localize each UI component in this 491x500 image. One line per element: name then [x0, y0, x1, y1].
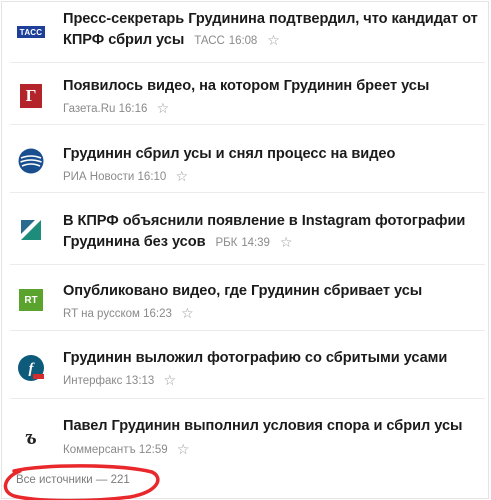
bookmark-star-icon[interactable]: ☆ [164, 372, 177, 388]
publish-time: 16:10 [137, 171, 167, 183]
svg-text:ъ: ъ [25, 424, 37, 449]
divider [10, 264, 485, 265]
source-name[interactable]: ТАСС [194, 35, 225, 47]
bookmark-star-icon[interactable]: ☆ [267, 32, 280, 48]
publish-time: 16:08 [228, 35, 258, 47]
divider [10, 62, 485, 63]
news-meta: Интерфакс 13:13 ☆ [63, 371, 176, 388]
bookmark-star-icon[interactable]: ☆ [176, 168, 189, 184]
headline-text[interactable]: Появилось видео, на котором Грудинин бре… [63, 78, 429, 94]
rt-logo-badge: RT [19, 289, 43, 311]
divider [10, 330, 485, 331]
tass-logo-text: ТАСС [19, 27, 43, 37]
news-meta: RT на русском 16:23 ☆ [63, 304, 194, 321]
headline-text[interactable]: Павел Грудинин выполнил условия спора и … [63, 418, 463, 434]
interfax-logo-graphic: f [18, 355, 44, 381]
interfax-logo-icon: f [17, 354, 45, 382]
gazeta-logo-icon: Г [17, 82, 45, 110]
rbc-logo-graphic [21, 220, 41, 240]
publish-time: 13:13 [125, 375, 155, 387]
kommersant-logo-icon: ъ [17, 423, 45, 451]
news-headline[interactable]: Павел Грудинин выполнил условия спора и … [63, 416, 481, 436]
kommersant-logo-graphic: ъ [25, 424, 37, 449]
publish-time: 14:39 [241, 237, 270, 249]
source-name[interactable]: Интерфакс [63, 375, 122, 387]
rbc-logo-icon [17, 216, 45, 244]
source-name[interactable]: РБК [216, 237, 238, 249]
publish-time: 12:59 [138, 444, 168, 456]
news-headline[interactable]: Появилось видео, на котором Грудинин бре… [63, 76, 481, 96]
divider [10, 398, 485, 399]
source-name[interactable]: RT на русском [63, 308, 140, 320]
gazeta-logo-text: Г [25, 86, 37, 105]
news-headline[interactable]: В КПРФ объяснили появление в Instagram ф… [63, 211, 481, 253]
divider [10, 124, 485, 125]
publish-time: 16:23 [143, 308, 172, 320]
headline-text[interactable]: Грудинин сбрил усы и снял процесс на вид… [63, 146, 395, 162]
gazeta-logo-badge: Г [20, 84, 42, 108]
divider [10, 192, 485, 193]
bookmark-star-icon[interactable]: ☆ [177, 441, 190, 457]
headline-text[interactable]: Грудинин выложил фотографию со сбритыми … [63, 350, 447, 366]
news-headline[interactable]: Опубликовано видео, где Грудинин сбривае… [63, 281, 481, 301]
tass-logo-badge: ТАСС [17, 26, 45, 38]
news-meta: Газета.Ru 16:16 ☆ [63, 99, 169, 116]
source-name[interactable]: РИА Новости [63, 171, 134, 183]
news-meta: РИА Новости 16:10 ☆ [63, 167, 188, 184]
news-meta: Коммерсантъ 12:59 ☆ [63, 440, 189, 457]
bookmark-star-icon[interactable]: ☆ [157, 100, 170, 116]
source-name[interactable]: Коммерсантъ [63, 444, 136, 456]
news-headline[interactable]: Пресс-секретарь Грудинина подтвердил, чт… [63, 9, 481, 51]
tass-logo-icon: ТАСС [17, 18, 45, 46]
news-headline[interactable]: Грудинин сбрил усы и снял процесс на вид… [63, 144, 481, 164]
all-sources-link[interactable]: Все источники — 221 [16, 474, 130, 486]
ria-logo-icon [17, 147, 45, 175]
source-name[interactable]: Газета.Ru [63, 103, 115, 115]
ria-logo-graphic [18, 148, 44, 174]
rt-logo-icon: RT [17, 286, 45, 314]
headline-text[interactable]: Опубликовано видео, где Грудинин сбривае… [63, 283, 422, 299]
bookmark-star-icon[interactable]: ☆ [280, 234, 293, 250]
bookmark-star-icon[interactable]: ☆ [181, 305, 194, 321]
rt-logo-text: RT [24, 294, 38, 306]
publish-time: 16:16 [118, 103, 148, 115]
news-headline[interactable]: Грудинин выложил фотографию со сбритыми … [63, 348, 481, 368]
